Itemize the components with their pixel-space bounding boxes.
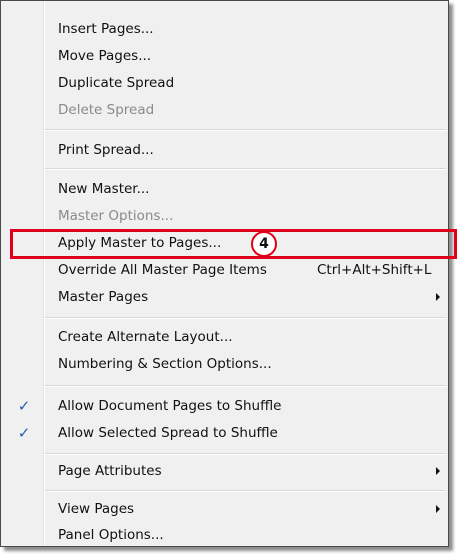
menu-item-allow-document-pages-to-shuffle[interactable]: ✓ Allow Document Pages to Shuffle — [3, 394, 446, 418]
menu-item-label: Master Options... — [58, 208, 174, 224]
menu-item-label: Page Attributes — [58, 463, 162, 479]
menu-separator — [45, 317, 446, 319]
submenu-arrow-icon — [436, 467, 440, 475]
menu-separator — [45, 129, 446, 131]
checkmark-icon: ✓ — [17, 397, 31, 415]
annotation-step-badge: 4 — [251, 231, 277, 257]
menu-item-master-options: Master Options... — [3, 204, 446, 228]
menu-item-print-spread[interactable]: Print Spread... — [3, 138, 446, 162]
menu-item-label: Override All Master Page Items — [58, 262, 267, 278]
menu-item-label: Insert Pages... — [58, 21, 154, 37]
menu-item-label: Panel Options... — [58, 527, 164, 543]
menu-item-allow-selected-spread-to-shuffle[interactable]: ✓ Allow Selected Spread to Shuffle — [3, 421, 446, 445]
menu-item-override-all-master-page-items[interactable]: Override All Master Page Items Ctrl+Alt+… — [3, 258, 446, 282]
menu-item-insert-pages[interactable]: Insert Pages... — [3, 17, 446, 41]
menu-item-create-alternate-layout[interactable]: Create Alternate Layout... — [3, 325, 446, 349]
menu-item-label: Allow Document Pages to Shuffle — [58, 398, 282, 414]
menu-item-delete-spread: Delete Spread — [3, 98, 446, 122]
menu-separator — [45, 168, 446, 170]
menu-item-page-attributes[interactable]: Page Attributes — [3, 459, 446, 483]
menu-item-label: Delete Spread — [58, 102, 155, 118]
checkmark-icon: ✓ — [17, 424, 31, 442]
menu-separator — [45, 453, 446, 455]
panel-menu: Insert Pages... Move Pages... Duplicate … — [0, 0, 449, 547]
menu-item-label: Master Pages — [58, 289, 149, 305]
menu-item-view-pages[interactable]: View Pages — [3, 497, 446, 521]
menu-item-label: View Pages — [58, 501, 135, 517]
menu-separator — [45, 385, 446, 387]
menu-item-new-master[interactable]: New Master... — [3, 177, 446, 201]
menu-item-master-pages[interactable]: Master Pages — [3, 285, 446, 309]
menu-item-numbering-section-options[interactable]: Numbering & Section Options... — [3, 352, 446, 376]
annotation-highlight-box — [10, 229, 457, 259]
menu-item-label: Print Spread... — [58, 142, 154, 158]
menu-item-label: Numbering & Section Options... — [58, 356, 272, 372]
menu-item-label: Duplicate Spread — [58, 75, 175, 91]
submenu-arrow-icon — [436, 293, 440, 301]
menu-item-shortcut: Ctrl+Alt+Shift+L — [317, 262, 432, 278]
menu-item-label: New Master... — [58, 181, 150, 197]
menu-item-duplicate-spread[interactable]: Duplicate Spread — [3, 71, 446, 95]
menu-separator — [45, 490, 446, 492]
menu-item-label: Allow Selected Spread to Shuffle — [58, 425, 278, 441]
menu-item-panel-options[interactable]: Panel Options... — [3, 523, 446, 547]
submenu-arrow-icon — [436, 505, 440, 513]
menu-item-move-pages[interactable]: Move Pages... — [3, 44, 446, 68]
menu-item-label: Move Pages... — [58, 48, 152, 64]
menu-item-label: Create Alternate Layout... — [58, 329, 233, 345]
